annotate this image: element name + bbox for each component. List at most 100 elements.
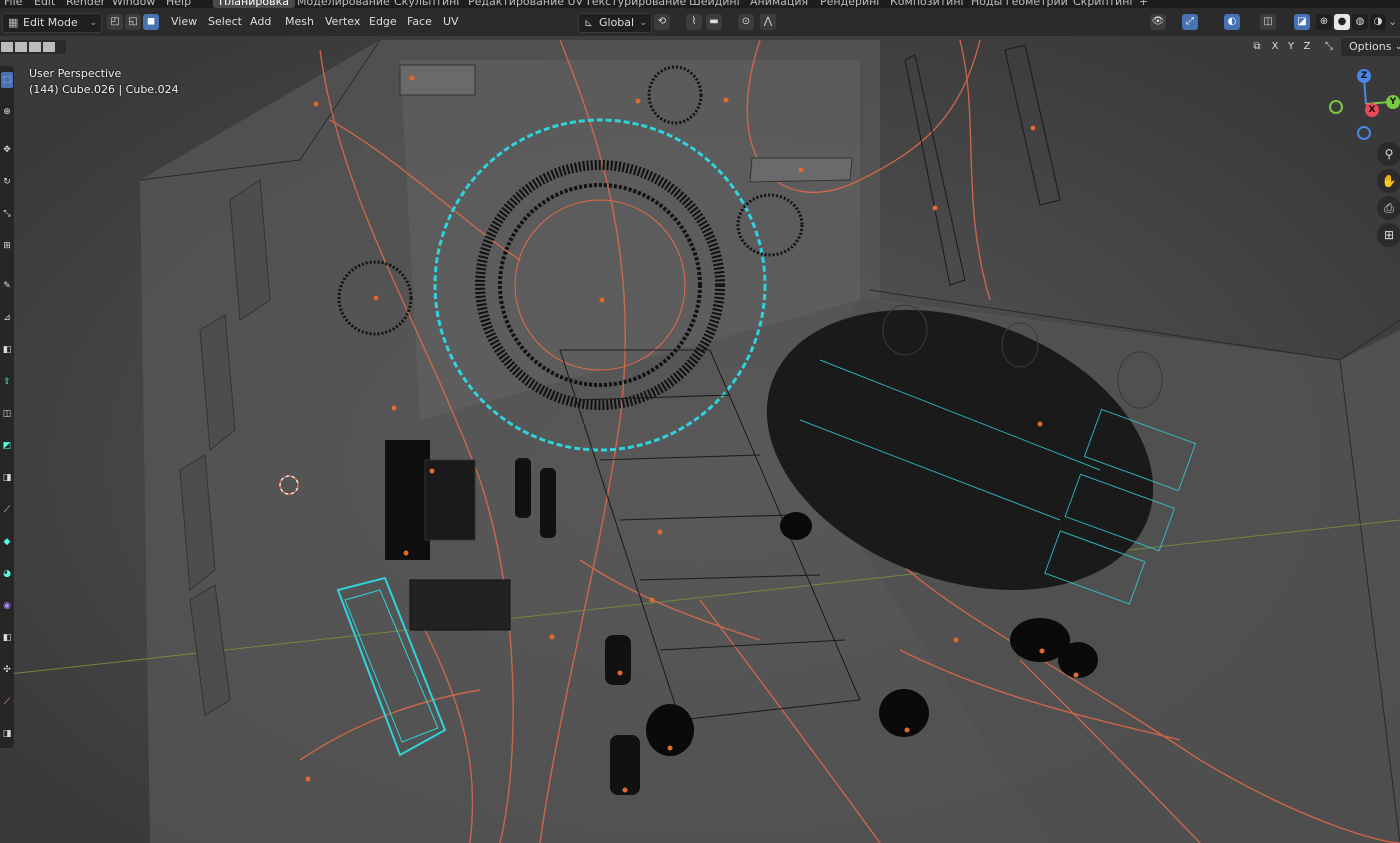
- add-workspace-button[interactable]: +: [1139, 0, 1148, 8]
- rotate-tool-icon[interactable]: ↻: [1, 174, 13, 190]
- scale-tool-icon[interactable]: ⤡: [1, 206, 13, 222]
- pivot-point-icon[interactable]: ⟲: [654, 14, 670, 30]
- inset-tool-icon[interactable]: ◫: [1, 406, 13, 422]
- visibility-icon[interactable]: 👁: [1150, 14, 1166, 30]
- shrink-fatten-tool-icon[interactable]: ✣: [1, 662, 13, 678]
- measure-tool-icon[interactable]: ⊿: [1, 310, 13, 326]
- navigation-gizmo[interactable]: Z Y X: [1326, 66, 1400, 140]
- menu-help[interactable]: Help: [166, 0, 191, 8]
- object-info-label: (144) Cube.026 | Cube.024: [29, 83, 179, 96]
- poly-build-tool-icon[interactable]: ◆: [1, 534, 13, 550]
- mode-label: Edit Mode: [23, 16, 78, 29]
- workspace-tab-4[interactable]: Текстурирование: [585, 0, 686, 8]
- workspace-tab-5[interactable]: Шейдинг: [689, 0, 742, 8]
- add-cube-tool-icon[interactable]: ◧: [1, 342, 13, 358]
- menu-add[interactable]: Add: [250, 13, 271, 31]
- select-subtract-icon[interactable]: [29, 42, 41, 52]
- menu-window[interactable]: Window: [112, 0, 155, 8]
- camera-view-icon[interactable]: ⎙: [1377, 196, 1400, 220]
- pan-hand-icon[interactable]: ✋: [1377, 169, 1400, 193]
- workspace-tab-9[interactable]: Ноды геометрии: [971, 0, 1068, 8]
- loop-cut-tool-icon[interactable]: ◨: [1, 470, 13, 486]
- annotate-tool-icon[interactable]: ✎: [1, 278, 13, 294]
- mirror-z-toggle[interactable]: Z: [1300, 39, 1314, 55]
- orientation-icon: ⊾: [584, 16, 594, 29]
- workspace-tab-6[interactable]: Анимация: [750, 0, 808, 8]
- transform-tool-icon[interactable]: ⊞: [1, 238, 13, 254]
- mode-dropdown[interactable]: ▦ Edit Mode ⌄: [2, 13, 102, 33]
- menu-vertex[interactable]: Vertex: [325, 13, 360, 31]
- move-tool-icon[interactable]: ✥: [1, 142, 13, 158]
- gizmo-neg-z-axis[interactable]: [1357, 126, 1371, 140]
- orthographic-toggle-icon[interactable]: ⊞: [1377, 223, 1400, 247]
- snap-icon[interactable]: ⌇: [686, 14, 702, 30]
- select-extend-icon[interactable]: [15, 42, 27, 52]
- top-menu-bar: File Edit Render Window Help Планировка …: [0, 0, 1400, 8]
- menu-mesh[interactable]: Mesh: [285, 13, 314, 31]
- options-dropdown[interactable]: Options ⌄: [1341, 38, 1400, 56]
- proportional-edit-icon[interactable]: ⊙: [738, 14, 754, 30]
- snap-target-icon[interactable]: ▬: [706, 14, 722, 30]
- tool-shelf: ⬚ ⊕ ✥ ↻ ⤡ ⊞ ✎ ⊿ ◧ ⇧ ◫ ◩ ◨ ⟋ ◆ ◕ ◉ ◧ ✣ ⟋ …: [0, 66, 14, 748]
- select-intersect-icon[interactable]: [43, 42, 55, 52]
- menu-face[interactable]: Face: [407, 13, 432, 31]
- falloff-icon[interactable]: ⋀: [760, 14, 776, 30]
- select-new-icon[interactable]: [1, 42, 13, 52]
- workspace-tab-10[interactable]: Скриптинг: [1073, 0, 1135, 8]
- workspace-tab-3[interactable]: Редактирование UV: [468, 0, 583, 8]
- cursor-tool-icon[interactable]: ⊕: [1, 104, 13, 120]
- xray-toggle-icon[interactable]: ◪: [1294, 14, 1310, 30]
- face-select-icon[interactable]: ◼: [143, 14, 159, 30]
- edit-mode-icon: ▦: [8, 16, 19, 29]
- viewport-scene[interactable]: [0, 0, 1400, 843]
- menu-file[interactable]: File: [4, 0, 22, 8]
- shear-tool-icon[interactable]: ⟋: [1, 694, 13, 710]
- menu-edge[interactable]: Edge: [369, 13, 397, 31]
- edge-slide-tool-icon[interactable]: ◧: [1, 630, 13, 646]
- chevron-down-icon: ⌄: [1394, 42, 1400, 52]
- transform-orientation-dropdown[interactable]: ⊾ Global ⌄: [578, 13, 652, 33]
- select-box-tool-icon[interactable]: ⬚: [1, 72, 13, 88]
- vertex-select-icon[interactable]: ◰: [107, 14, 123, 30]
- extrude-tool-icon[interactable]: ⇧: [1, 374, 13, 390]
- workspace-tab-8[interactable]: Композитинг: [890, 0, 966, 8]
- edge-select-icon[interactable]: ◱: [125, 14, 141, 30]
- overlays-toggle-icon[interactable]: ◐: [1224, 14, 1240, 30]
- material-shading-icon[interactable]: ◍: [1352, 14, 1368, 30]
- solid-shading-icon[interactable]: ●: [1334, 14, 1350, 30]
- mirror-icon: ⧉: [1253, 41, 1261, 52]
- gizmo-z-axis[interactable]: Z: [1357, 69, 1371, 83]
- transform-orientation-label: Global: [599, 16, 635, 29]
- menu-render[interactable]: Render: [66, 0, 105, 8]
- gizmo-y-axis[interactable]: Y: [1386, 95, 1400, 109]
- bevel-tool-icon[interactable]: ◩: [1, 438, 13, 454]
- menu-edit[interactable]: Edit: [34, 0, 55, 8]
- smooth-tool-icon[interactable]: ◉: [1, 598, 13, 614]
- chevron-down-icon[interactable]: ⌄: [1388, 13, 1397, 31]
- workspace-tab-7[interactable]: Рендеринг: [820, 0, 882, 8]
- auto-merge-icon[interactable]: ⤡: [1322, 39, 1336, 55]
- gizmo-neg-y-axis[interactable]: [1329, 100, 1343, 114]
- rendered-shading-icon[interactable]: ◑: [1370, 14, 1386, 30]
- workspace-tab-0[interactable]: Планировка: [213, 0, 295, 8]
- chevron-down-icon: ⌄: [89, 18, 97, 28]
- mesh-edit-overlay-icon[interactable]: ◫: [1260, 14, 1276, 30]
- mirror-y-toggle[interactable]: Y: [1284, 39, 1298, 55]
- menu-view[interactable]: View: [171, 13, 197, 31]
- select-mode-buttons[interactable]: [0, 40, 66, 54]
- menu-select[interactable]: Select: [208, 13, 242, 31]
- perspective-label: User Perspective: [29, 67, 122, 80]
- menu-uv[interactable]: UV: [443, 13, 459, 31]
- rip-tool-icon[interactable]: ◨: [1, 726, 13, 742]
- viewport-header: ▦ Edit Mode ⌄ ◰ ◱ ◼ View Select Add Mesh…: [0, 8, 1400, 36]
- workspace-tab-1[interactable]: Моделирование: [297, 0, 390, 8]
- mirror-x-toggle[interactable]: X: [1268, 39, 1282, 55]
- zoom-icon[interactable]: ⚲: [1377, 142, 1400, 166]
- options-label: Options: [1349, 40, 1392, 53]
- wireframe-shading-icon[interactable]: ⊕: [1316, 14, 1332, 30]
- spin-tool-icon[interactable]: ◕: [1, 566, 13, 582]
- knife-tool-icon[interactable]: ⟋: [1, 502, 13, 518]
- gizmo-x-axis[interactable]: X: [1365, 103, 1379, 117]
- workspace-tab-2[interactable]: Скульптинг: [394, 0, 462, 8]
- gizmo-toggle-icon[interactable]: ⤢: [1182, 14, 1198, 30]
